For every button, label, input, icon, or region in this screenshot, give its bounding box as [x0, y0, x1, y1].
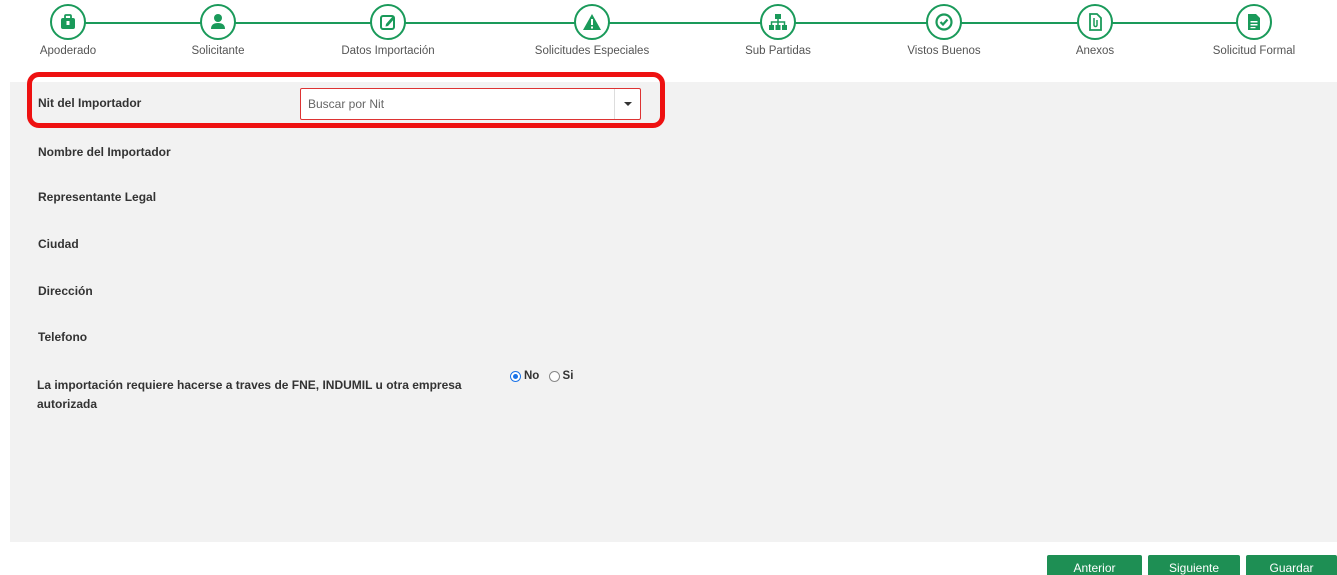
nit-placeholder: Buscar por Nit	[308, 97, 385, 111]
briefcase-icon	[50, 4, 86, 40]
form-panel	[10, 82, 1337, 542]
direccion-label: Dirección	[38, 284, 93, 298]
telefono-label: Telefono	[38, 330, 88, 344]
dropdown-toggle[interactable]	[614, 89, 640, 119]
fne-question-label: La importación requiere hacerse a traves…	[37, 378, 462, 411]
radio-no[interactable]	[510, 370, 521, 382]
nombre-label: Nombre del Importador	[38, 145, 171, 159]
step-label: Solicitante	[191, 45, 245, 57]
step-label: Apoderado	[39, 45, 97, 57]
step-vistos-buenos[interactable]: Vistos Buenos	[874, 4, 1014, 57]
step-apoderado[interactable]: Apoderado	[0, 4, 138, 57]
anterior-button[interactable]: Anterior	[1047, 555, 1142, 575]
step-solicitante[interactable]: Solicitante	[148, 4, 288, 57]
attachment-icon	[1077, 4, 1113, 40]
nit-label: Nit del Importador	[38, 96, 142, 110]
radio-si-label[interactable]: Si	[563, 370, 574, 382]
fne-radio-group: No Si	[510, 370, 579, 382]
representante-label: Representante Legal	[38, 190, 157, 204]
guardar-button[interactable]: Guardar	[1246, 555, 1337, 575]
step-solicitud-formal[interactable]: Solicitud Formal	[1184, 4, 1324, 57]
radio-si[interactable]	[548, 370, 560, 382]
step-label: Vistos Buenos	[907, 45, 981, 57]
warning-icon	[574, 4, 610, 40]
progress-stepper: Apoderado Solicitante Datos Importación …	[0, 0, 1337, 75]
step-datos-importacion[interactable]: Datos Importación	[318, 4, 458, 57]
step-solicitudes-especiales[interactable]: Solicitudes Especiales	[522, 4, 662, 57]
user-icon	[200, 4, 236, 40]
radio-no-label[interactable]: No	[524, 370, 539, 382]
step-label: Sub Partidas	[745, 45, 811, 57]
chevron-down-icon	[624, 102, 632, 106]
nit-select[interactable]: Buscar por Nit	[300, 88, 641, 120]
step-label: Datos Importación	[341, 45, 435, 57]
siguiente-button[interactable]: Siguiente	[1148, 555, 1240, 575]
step-label: Solicitud Formal	[1212, 45, 1296, 57]
edit-icon	[370, 4, 406, 40]
step-label: Anexos	[1075, 45, 1115, 57]
ciudad-label: Ciudad	[38, 237, 79, 251]
check-circle-icon	[926, 4, 962, 40]
sitemap-icon	[760, 4, 796, 40]
step-label: Solicitudes Especiales	[534, 45, 650, 57]
document-icon	[1236, 4, 1272, 40]
step-anexos[interactable]: Anexos	[1025, 4, 1165, 57]
step-sub-partidas[interactable]: Sub Partidas	[708, 4, 848, 57]
